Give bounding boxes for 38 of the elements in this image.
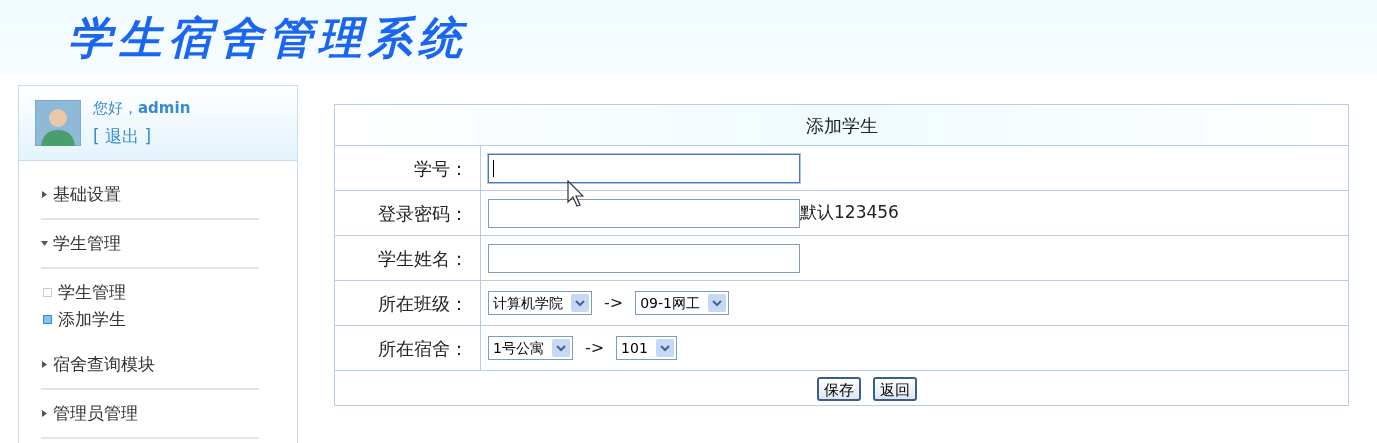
dropdown[interactable]: 1号公寓 [488, 336, 573, 360]
avatar-icon [35, 100, 81, 146]
input-field[interactable] [488, 153, 800, 183]
form-button[interactable]: 保存 [816, 376, 861, 401]
chevron-down-icon [551, 339, 570, 357]
menu-item[interactable]: 管理员管理 [41, 390, 259, 439]
form-title: 添加学生 [805, 113, 878, 138]
caret-right-icon [41, 410, 48, 417]
logout-link[interactable]: [ 退出 ] [93, 123, 191, 149]
arrow-text: -> [584, 337, 605, 359]
text-caret [493, 159, 494, 177]
input-field[interactable] [488, 243, 800, 273]
input-field[interactable] [488, 198, 800, 228]
menu-item[interactable]: 学生管理 [41, 220, 259, 269]
caret-right-icon [41, 361, 48, 368]
menu-item[interactable]: 宿舍查询模块 [41, 341, 259, 390]
caret-down-icon [41, 240, 48, 247]
chevron-down-icon [571, 294, 589, 312]
field-label: 所在班级： [378, 291, 468, 316]
dropdown[interactable]: 101 [616, 336, 677, 360]
field-label: 登录密码： [378, 201, 468, 226]
caret-right-icon [41, 191, 48, 198]
hint-text: 默认123456 [800, 201, 899, 225]
greeting-text: 您好，admin [93, 98, 191, 119]
menu-item[interactable]: 基础设置 [41, 171, 259, 220]
submenu-item[interactable]: 添加学生 [41, 306, 259, 333]
site-title: 学生宿舍管理系统 [68, 10, 468, 65]
dropdown[interactable]: 计算机学院 [488, 291, 592, 315]
field-label: 所在宿舍： [378, 336, 468, 361]
chevron-down-icon [707, 294, 726, 312]
dropdown[interactable]: 09-1网工 [635, 291, 729, 315]
form-button[interactable]: 返回 [872, 376, 917, 401]
chevron-down-icon [655, 339, 674, 357]
field-label: 学号： [414, 156, 468, 181]
submenu-item[interactable]: 学生管理 [41, 279, 259, 306]
arrow-text: -> [604, 292, 624, 314]
field-label: 学生姓名： [378, 246, 468, 271]
mouse-cursor-icon [567, 180, 584, 208]
